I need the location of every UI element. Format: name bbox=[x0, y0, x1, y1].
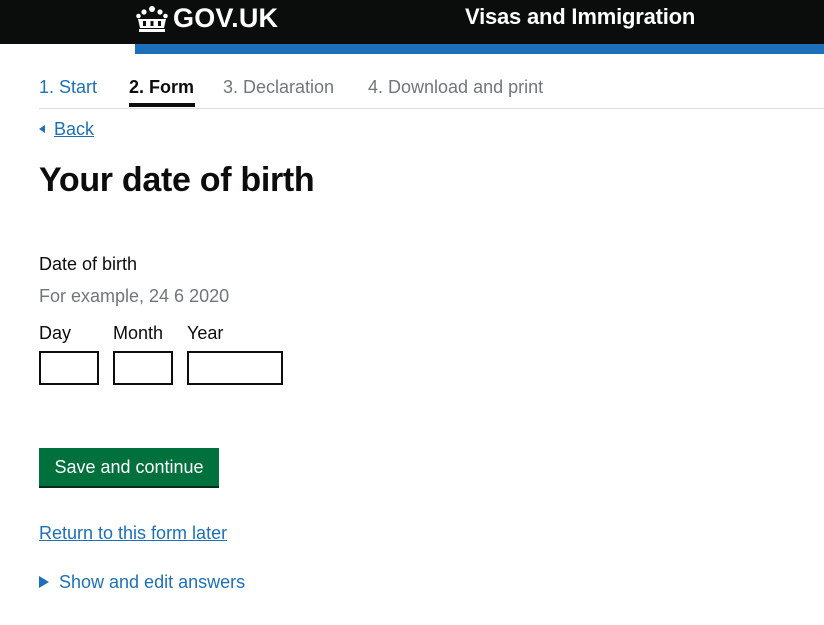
current-step-indicator bbox=[129, 103, 195, 107]
logo-text: GOV.UK bbox=[173, 2, 279, 33]
crown-icon bbox=[135, 4, 169, 32]
year-input[interactable] bbox=[187, 351, 283, 385]
date-hint: For example, 24 6 2020 bbox=[39, 286, 230, 306]
triangle-left-icon bbox=[39, 125, 45, 133]
year-label: Year bbox=[187, 323, 224, 343]
save-and-continue-button[interactable]: Save and continue bbox=[39, 448, 219, 486]
return-later-link[interactable]: Return to this form later bbox=[39, 522, 227, 544]
show-edit-answers-label: Show and edit answers bbox=[59, 572, 246, 592]
triangle-right-icon bbox=[39, 576, 49, 588]
back-link[interactable]: Back bbox=[39, 118, 94, 140]
month-input[interactable] bbox=[113, 351, 173, 385]
step-form-current: 2. Form bbox=[129, 77, 195, 97]
show-edit-answers-toggle[interactable]: Show and edit answers bbox=[39, 571, 245, 593]
step-download-print: 4. Download and print bbox=[368, 77, 544, 97]
day-input[interactable] bbox=[39, 351, 99, 385]
govuk-logo-link[interactable]: GOV.UK bbox=[135, 2, 278, 34]
page-title: Your date of birth bbox=[39, 161, 315, 199]
day-label: Day bbox=[39, 323, 72, 343]
steps-divider bbox=[39, 108, 824, 109]
step-start-link[interactable]: 1. Start bbox=[39, 76, 97, 98]
month-label: Month bbox=[113, 323, 164, 343]
step-declaration: 3. Declaration bbox=[223, 77, 335, 97]
date-of-birth-legend: Date of birth bbox=[39, 254, 138, 274]
back-link-label: Back bbox=[54, 119, 95, 139]
header-accent-bar bbox=[135, 44, 824, 54]
site-header bbox=[0, 0, 824, 44]
service-name-link[interactable]: Visas and Immigration bbox=[465, 4, 695, 30]
